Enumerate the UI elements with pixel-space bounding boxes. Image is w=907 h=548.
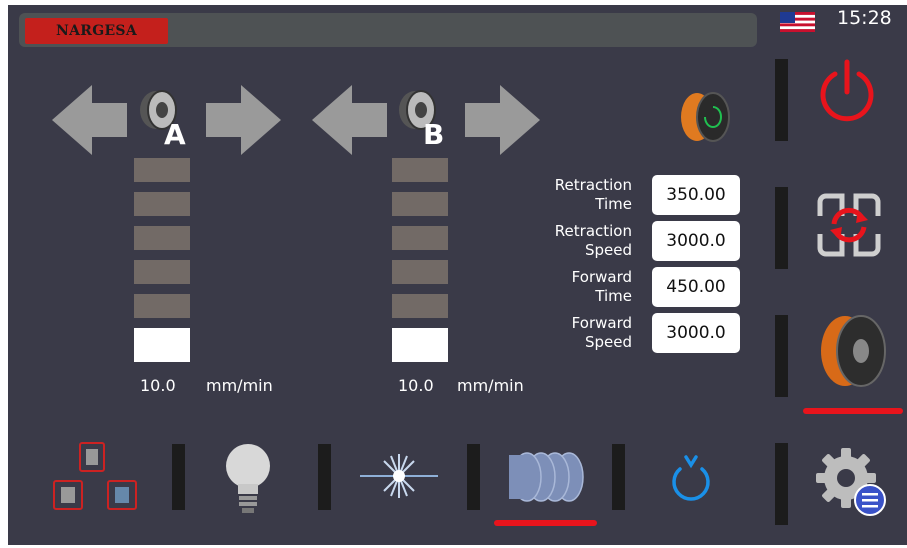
spool-active-indicator	[803, 408, 903, 414]
meter-segment	[392, 158, 448, 182]
settings-gear-icon[interactable]	[814, 444, 888, 520]
meter-segment	[392, 192, 448, 216]
feeder-a-units: mm/min	[206, 376, 273, 395]
feeder-b-spool-icon: B	[399, 90, 444, 148]
us-flag-icon[interactable]	[780, 12, 815, 32]
label-line: Forward	[571, 268, 632, 286]
rollers-button[interactable]	[505, 451, 587, 503]
forward-time-field[interactable]: 450.00	[652, 267, 740, 307]
forward-speed-label: Forward Speed	[520, 314, 632, 352]
meter-segment	[134, 158, 190, 182]
feeder-b-speed: 10.0	[398, 376, 434, 395]
retraction-time-label: Retraction Time	[520, 176, 632, 214]
retraction-speed-label: Retraction Speed	[520, 222, 632, 260]
meter-segment	[134, 192, 190, 216]
divider	[612, 444, 625, 510]
feeder-a-speed: 10.0	[140, 376, 176, 395]
feeder-b-level-meter	[392, 158, 448, 362]
feeder-b-units: mm/min	[457, 376, 524, 395]
label-line: Time	[595, 195, 632, 213]
power-button[interactable]	[817, 58, 877, 124]
feeder-b-right-arrow-icon[interactable]	[465, 85, 540, 155]
feeder-a-letter: A	[164, 118, 186, 148]
meter-segment	[392, 226, 448, 250]
clock: 15:28	[837, 7, 892, 29]
brand-text: NARGESA	[56, 23, 137, 39]
divider	[775, 59, 788, 141]
rollers-active-indicator	[494, 520, 597, 526]
meter-segment	[134, 226, 190, 250]
brand-logo: NARGESA	[25, 18, 168, 44]
reset-button[interactable]	[814, 190, 884, 260]
retraction-time-field[interactable]: 350.00	[652, 175, 740, 215]
feeder-a-level-meter	[134, 158, 190, 362]
divider	[775, 315, 788, 397]
standby-button[interactable]	[668, 453, 714, 503]
divider	[467, 444, 480, 510]
modules-button[interactable]	[52, 441, 142, 513]
feeder-b-left-arrow-icon[interactable]	[312, 85, 387, 155]
forward-speed-field[interactable]: 3000.0	[652, 313, 740, 353]
label-line: Forward	[571, 314, 632, 332]
forward-time-label: Forward Time	[520, 268, 632, 306]
divider	[775, 187, 788, 269]
meter-segment	[392, 260, 448, 284]
label-line: Time	[595, 287, 632, 305]
label-line: Speed	[584, 333, 632, 351]
bulb-button[interactable]	[222, 440, 274, 516]
meter-segment	[392, 294, 448, 318]
divider	[318, 444, 331, 510]
label-line: Speed	[584, 241, 632, 259]
filament-spool-icon[interactable]	[675, 88, 735, 146]
laser-button[interactable]	[358, 444, 440, 508]
feeder-b-letter: B	[423, 118, 444, 148]
feeder-a-spool-icon: A	[140, 90, 186, 148]
divider	[775, 443, 788, 525]
meter-segment	[134, 294, 190, 318]
label-line: Retraction	[554, 176, 632, 194]
label-line: Retraction	[554, 222, 632, 240]
retraction-speed-field[interactable]: 3000.0	[652, 221, 740, 261]
meter-segment-active	[392, 328, 448, 362]
spool-side-button[interactable]	[815, 312, 890, 390]
feeder-a-left-arrow-icon[interactable]	[52, 85, 127, 155]
feeder-a-right-arrow-icon[interactable]	[206, 85, 281, 155]
meter-segment-active	[134, 328, 190, 362]
meter-segment	[134, 260, 190, 284]
divider	[172, 444, 185, 510]
